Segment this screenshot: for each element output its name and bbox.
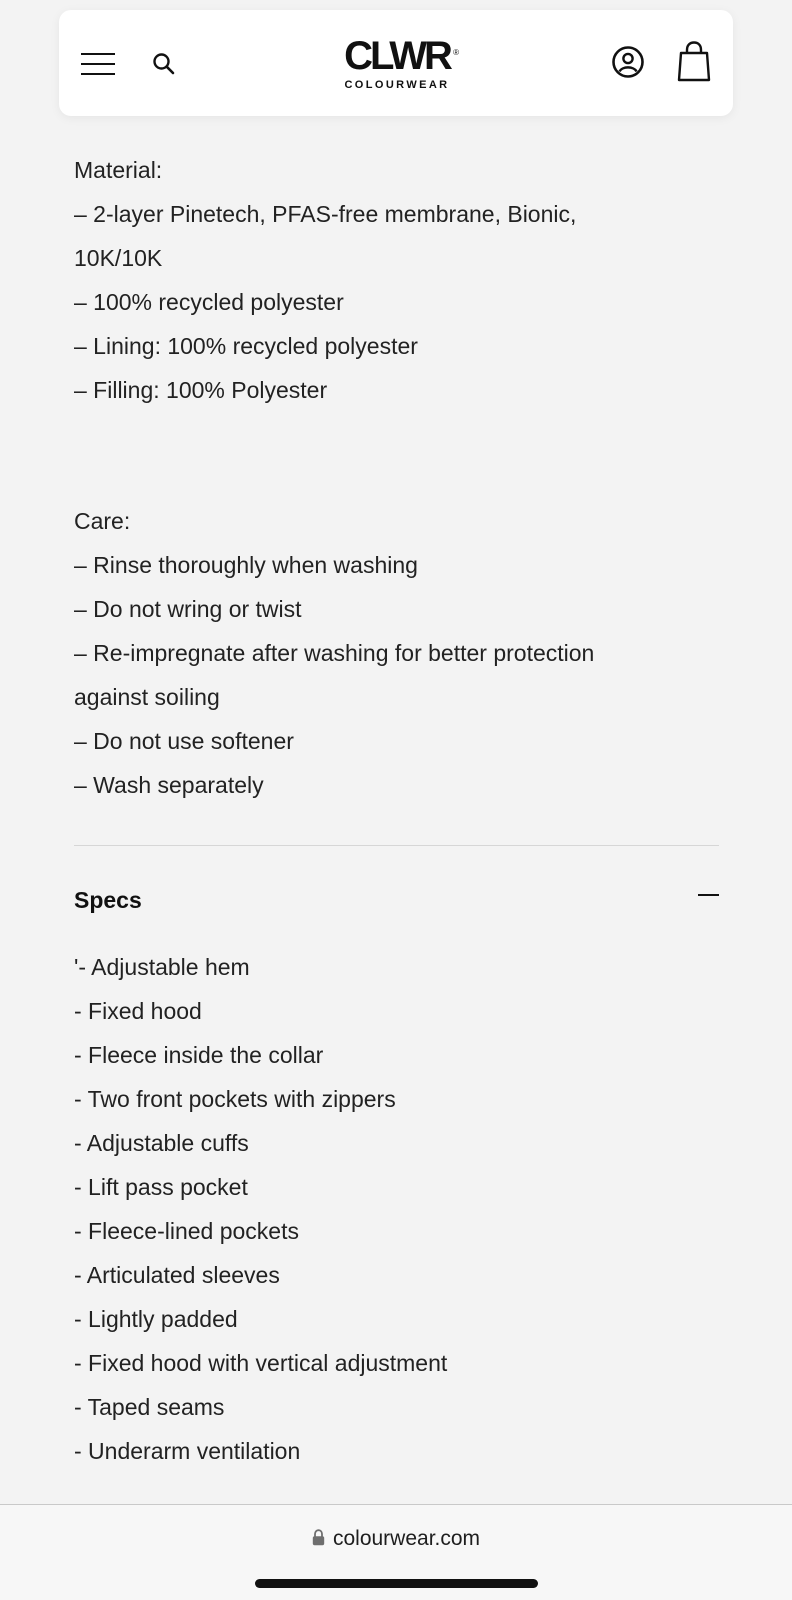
- specs-accordion-toggle[interactable]: Specs: [74, 880, 719, 920]
- lock-icon: [312, 1529, 325, 1546]
- logo-mark: CLWR ®: [344, 34, 459, 78]
- list-item: - Fleece inside the collar: [74, 1042, 324, 1068]
- list-item: - Fleece-lined pockets: [74, 1218, 299, 1244]
- material-line: – Filling: 100% Polyester: [74, 377, 328, 403]
- url-text: colourwear.com: [332, 1527, 481, 1550]
- home-indicator[interactable]: [255, 1579, 538, 1588]
- material-heading: Material:: [74, 157, 163, 183]
- list-item: - Articulated sleeves: [74, 1262, 280, 1288]
- logo-subtitle: COLOURWEAR: [344, 79, 450, 91]
- address-bar[interactable]: colourwear.com: [0, 1527, 792, 1551]
- cart-icon[interactable]: [677, 40, 711, 82]
- material-line: – Lining: 100% recycled polyester: [74, 333, 418, 359]
- list-item: - Two front pockets with zippers: [74, 1086, 396, 1112]
- care-line: – Wash separately: [74, 772, 264, 798]
- care-line: – Rinse thoroughly when washing: [74, 552, 418, 578]
- material-section: Material: – 2-layer Pinetech, PFAS-free …: [74, 148, 719, 412]
- material-line: – 100% recycled polyester: [74, 289, 344, 315]
- menu-icon[interactable]: [81, 50, 115, 78]
- list-item: - Taped seams: [74, 1394, 225, 1420]
- material-line: 10K/10K: [74, 245, 163, 271]
- product-details-text: Material: – 2-layer Pinetech, PFAS-free …: [74, 148, 719, 807]
- brand-logo[interactable]: CLWR ® COLOURWEAR: [327, 34, 467, 98]
- list-item: - Fixed hood with vertical adjustment: [74, 1350, 448, 1376]
- search-icon[interactable]: [151, 51, 177, 77]
- care-section: Care: – Rinse thoroughly when washing – …: [74, 499, 719, 807]
- care-heading: Care:: [74, 508, 131, 534]
- specs-title: Specs: [74, 887, 142, 913]
- account-icon[interactable]: [611, 45, 645, 79]
- minus-icon[interactable]: [698, 894, 719, 897]
- material-line: – 2-layer Pinetech, PFAS-free membrane, …: [74, 201, 577, 227]
- care-line: – Re-impregnate after washing for better…: [74, 640, 595, 666]
- site-header: CLWR ® COLOURWEAR: [59, 10, 733, 116]
- care-line: – Do not wring or twist: [74, 596, 302, 622]
- list-item: - Fixed hood: [74, 998, 202, 1024]
- care-line: against soiling: [74, 684, 220, 710]
- list-item: - Adjustable cuffs: [74, 1130, 249, 1156]
- specs-list: '- Adjustable hem - Fixed hood - Fleece …: [74, 945, 719, 1473]
- care-line: – Do not use softener: [74, 728, 294, 754]
- list-item: '- Adjustable hem: [74, 954, 250, 980]
- browser-bottom-bar: colourwear.com: [0, 1504, 792, 1600]
- list-item: - Lightly padded: [74, 1306, 238, 1332]
- list-item: - Lift pass pocket: [74, 1174, 248, 1200]
- section-divider: [74, 845, 719, 846]
- list-item: - Underarm ventilation: [74, 1438, 301, 1464]
